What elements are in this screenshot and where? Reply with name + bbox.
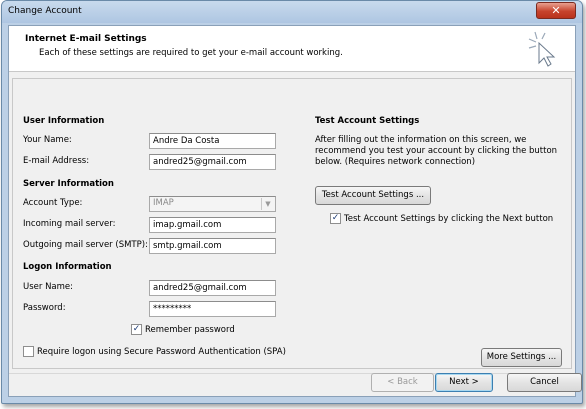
outgoing-server-label: Outgoing mail server (SMTP): xyxy=(23,240,148,250)
remember-password-label: Remember password xyxy=(145,325,235,335)
window-title: Change Account xyxy=(8,6,82,16)
auto-test-checkbox[interactable]: ✓ xyxy=(330,213,341,224)
user-name-input[interactable] xyxy=(149,280,276,296)
test-settings-description: After filling out the information on thi… xyxy=(315,135,558,167)
outgoing-server-input[interactable] xyxy=(149,238,276,254)
test-account-settings-button[interactable]: Test Account Settings ... xyxy=(315,186,431,205)
incoming-server-label: Incoming mail server: xyxy=(23,219,116,229)
your-name-label: Your Name: xyxy=(23,135,72,145)
account-type-select[interactable]: IMAP ▼ xyxy=(149,196,276,212)
test-settings-heading: Test Account Settings xyxy=(315,116,420,126)
header-title: Internet E-mail Settings xyxy=(25,34,147,44)
next-button[interactable]: Next > xyxy=(435,373,493,392)
spa-checkbox[interactable] xyxy=(23,346,34,357)
account-type-label: Account Type: xyxy=(23,198,83,208)
dialog-client: Internet E-mail Settings Each of these s… xyxy=(8,25,582,397)
close-button[interactable]: ✕ xyxy=(536,2,576,19)
title-bar[interactable]: Change Account ✕ xyxy=(2,1,582,23)
password-label: Password: xyxy=(23,303,66,313)
dropdown-arrow-icon: ▼ xyxy=(261,198,274,210)
incoming-server-input[interactable] xyxy=(149,217,276,233)
back-button[interactable]: < Back xyxy=(371,373,434,392)
user-info-heading: User Information xyxy=(23,116,105,126)
auto-test-label: Test Account Settings by clicking the Ne… xyxy=(344,214,554,224)
sparkle-cursor-icon xyxy=(528,31,556,67)
header-subtitle: Each of these settings are required to g… xyxy=(39,48,343,58)
settings-panel: User Information Your Name: E-mail Addre… xyxy=(12,78,572,369)
dialog-header: Internet E-mail Settings Each of these s… xyxy=(9,26,575,72)
password-input[interactable] xyxy=(149,301,276,317)
remember-password-checkbox[interactable]: ✓ xyxy=(131,324,142,335)
cancel-button[interactable]: Cancel xyxy=(507,373,582,392)
more-settings-button[interactable]: More Settings ... xyxy=(481,348,562,367)
account-type-value: IMAP xyxy=(153,198,174,208)
change-account-window: Change Account ✕ Internet E-mail Setting… xyxy=(1,0,583,404)
user-name-label: User Name: xyxy=(23,282,74,292)
email-address-label: E-mail Address: xyxy=(23,156,90,166)
email-address-input[interactable] xyxy=(149,154,276,170)
your-name-input[interactable] xyxy=(149,133,276,149)
logon-info-heading: Logon Information xyxy=(23,262,112,272)
server-info-heading: Server Information xyxy=(23,179,114,189)
spa-label: Require logon using Secure Password Auth… xyxy=(37,347,286,357)
